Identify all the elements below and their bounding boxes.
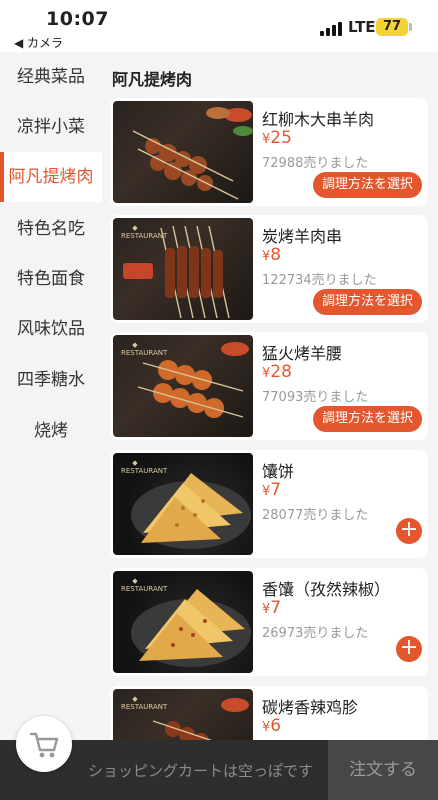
back-to-camera-link[interactable]: ◀ カメラ — [14, 34, 63, 51]
sidebar-item-noodles[interactable]: 特色面食 — [0, 254, 102, 304]
product-price: ¥7 — [262, 480, 281, 500]
product-price: ¥8 — [262, 245, 281, 265]
product-price: ¥28 — [262, 362, 292, 382]
product-photo: ◆ RESTAURANT — [113, 453, 253, 555]
product-name: 猛火烤羊腰 — [262, 344, 343, 363]
add-to-cart-button[interactable]: + — [396, 636, 422, 662]
cart-button[interactable] — [16, 716, 72, 772]
product-photo — [113, 101, 253, 203]
cart-empty-text: ショッピングカートは空っぽです — [88, 762, 314, 780]
price-value: 7 — [270, 598, 282, 618]
sidebar-item-sweet-soup[interactable]: 四季糖水 — [0, 355, 102, 405]
sidebar-item-bbq[interactable]: 烧烤 — [0, 406, 102, 456]
sidebar-item-cold-dishes[interactable]: 凉拌小菜 — [0, 102, 102, 152]
restaurant-logo: ◆ RESTAURANT — [121, 459, 168, 475]
order-button[interactable]: 注文する — [328, 740, 438, 800]
price-value: 28 — [270, 362, 292, 382]
clock: 10:07 — [46, 8, 109, 30]
restaurant-logo: ◆ RESTAURANT — [121, 341, 168, 357]
battery-icon: 77 — [376, 18, 408, 36]
sold-count: 28077売りました — [262, 508, 369, 523]
battery-tip — [409, 23, 412, 31]
shopping-cart-icon — [29, 732, 59, 758]
product-price: ¥7 — [262, 598, 281, 618]
product-photo: ◆ RESTAURANT — [113, 571, 253, 673]
product-photo: ◆ RESTAURANT — [113, 335, 253, 437]
restaurant-logo: ◆ RESTAURANT — [121, 224, 168, 240]
product-name: 碳烤香辣鸡胗 — [262, 698, 359, 717]
restaurant-logo: ◆ RESTAURANT — [121, 577, 168, 593]
price-value: 8 — [270, 245, 282, 265]
sidebar-item-classic[interactable]: 经典菜品 — [0, 52, 102, 102]
signal-icon — [320, 22, 342, 36]
product-price: ¥25 — [262, 128, 292, 148]
choose-option-button[interactable]: 調理方法を選択 — [312, 289, 422, 315]
product-card[interactable]: 红柳木大串羊肉 ¥25 72988売りました 調理方法を選択 — [110, 98, 428, 206]
choose-option-button[interactable]: 調理方法を選択 — [312, 406, 422, 432]
product-card[interactable]: ◆ RESTAURANT 猛火烤羊腰 ¥28 77093売りました 調理方法を選択 — [110, 332, 428, 440]
sidebar-item-afanti-bbq[interactable]: 阿凡提烤肉 — [0, 152, 102, 202]
sold-count: 72988売りました — [262, 156, 369, 171]
product-name: 炭烤羊肉串 — [262, 227, 343, 246]
product-list: 阿凡提烤肉 红柳木大串羊肉 ¥25 72988売りました 調理方法を選択 ◆ RE… — [102, 52, 438, 800]
product-name: 红柳木大串羊肉 — [262, 110, 375, 129]
product-name: 馕饼 — [262, 462, 295, 481]
sidebar-item-specialty[interactable]: 特色名吃 — [0, 204, 102, 254]
price-value: 6 — [270, 716, 282, 736]
price-value: 25 — [270, 128, 292, 148]
product-card[interactable]: ◆ RESTAURANT 香馕（孜然辣椒） ¥7 26973売りました + — [110, 568, 428, 676]
restaurant-logo: ◆ RESTAURANT — [121, 695, 168, 711]
add-to-cart-button[interactable]: + — [396, 518, 422, 544]
sold-count: 26973売りました — [262, 626, 369, 641]
choose-option-button[interactable]: 調理方法を選択 — [312, 172, 422, 198]
product-name: 香馕（孜然辣椒） — [262, 580, 391, 599]
category-sidebar: 经典菜品 凉拌小菜 阿凡提烤肉 特色名吃 特色面食 风味饮品 四季糖水 烧烤 — [0, 52, 102, 800]
sold-count: 122734売りました — [262, 273, 377, 288]
product-photo: ◆ RESTAURANT — [113, 218, 253, 320]
sidebar-item-drinks[interactable]: 风味饮品 — [0, 304, 102, 354]
category-title: 阿凡提烤肉 — [112, 70, 193, 89]
network-label: LTE — [348, 18, 376, 36]
product-price: ¥6 — [262, 716, 281, 736]
price-value: 7 — [270, 480, 282, 500]
sold-count: 77093売りました — [262, 390, 369, 405]
product-card[interactable]: ◆ RESTAURANT 馕饼 ¥7 28077売りました + — [110, 450, 428, 558]
status-bar: 10:07 ◀ カメラ LTE 77 — [0, 0, 438, 52]
product-card[interactable]: ◆ RESTAURANT 炭烤羊肉串 ¥8 122734売りました 調理方法を選択 — [110, 215, 428, 323]
